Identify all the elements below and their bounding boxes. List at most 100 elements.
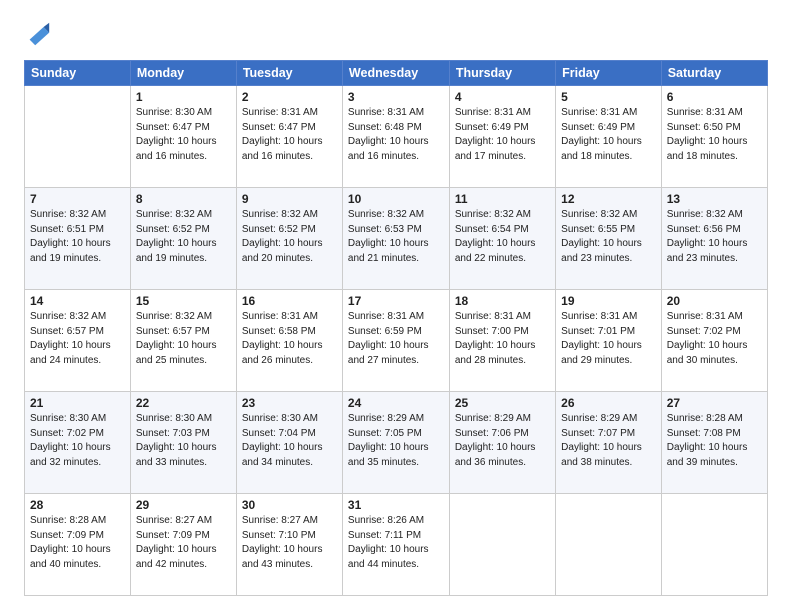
day-number: 26	[561, 396, 656, 410]
day-info: Sunrise: 8:31 AM Sunset: 6:50 PM Dayligh…	[667, 106, 762, 164]
day-info: Sunrise: 8:31 AM Sunset: 7:01 PM Dayligh…	[561, 310, 656, 368]
day-number: 14	[30, 294, 125, 308]
calendar-cell: 4Sunrise: 8:31 AM Sunset: 6:49 PM Daylig…	[449, 86, 555, 188]
day-info: Sunrise: 8:27 AM Sunset: 7:09 PM Dayligh…	[136, 514, 231, 572]
weekday-header: Thursday	[449, 61, 555, 86]
day-info: Sunrise: 8:26 AM Sunset: 7:11 PM Dayligh…	[348, 514, 444, 572]
calendar-cell: 19 Sunrise: 8:31 AM Sunset: 7:01 PM Dayli…	[556, 290, 662, 392]
day-info: Sunrise: 8:31 AM Sunset: 6:47 PM Dayligh…	[242, 106, 337, 164]
day-info: Sunrise: 8:32 AM Sunset: 6:56 PM Dayligh…	[667, 208, 762, 266]
calendar-cell: 8 Sunrise: 8:32 AM Sunset: 6:52 PM Daylig…	[130, 188, 236, 290]
calendar-cell: 26 Sunrise: 8:29 AM Sunset: 7:07 PM Dayli…	[556, 392, 662, 494]
day-info: Sunrise: 8:31 AM Sunset: 6:49 PM Dayligh…	[455, 106, 550, 164]
weekday-header: Monday	[130, 61, 236, 86]
day-info: Sunrise: 8:32 AM Sunset: 6:55 PM Dayligh…	[561, 208, 656, 266]
day-info: Sunrise: 8:32 AM Sunset: 6:51 PM Dayligh…	[30, 208, 125, 266]
day-info: Sunrise: 8:30 AM Sunset: 7:04 PM Dayligh…	[242, 412, 337, 470]
day-number: 19	[561, 294, 656, 308]
day-info: Sunrise: 8:30 AM Sunset: 7:02 PM Dayligh…	[30, 412, 125, 470]
calendar-cell	[449, 494, 555, 596]
day-number: 21	[30, 396, 125, 410]
day-info: Sunrise: 8:28 AM Sunset: 7:09 PM Dayligh…	[30, 514, 125, 572]
day-number: 17	[348, 294, 444, 308]
day-info: Sunrise: 8:29 AM Sunset: 7:05 PM Dayligh…	[348, 412, 444, 470]
calendar-cell: 6 Sunrise: 8:31 AM Sunset: 6:50 PM Daylig…	[661, 86, 767, 188]
page: SundayMondayTuesdayWednesdayThursdayFrid…	[0, 0, 792, 612]
calendar-cell: 9 Sunrise: 8:32 AM Sunset: 6:52 PM Daylig…	[236, 188, 342, 290]
day-number: 11	[455, 192, 550, 206]
day-number: 1	[136, 90, 231, 104]
logo-icon	[24, 20, 52, 48]
calendar-cell: 10Sunrise: 8:32 AM Sunset: 6:53 PM Dayli…	[342, 188, 449, 290]
calendar-cell: 30 Sunrise: 8:27 AM Sunset: 7:10 PM Dayli…	[236, 494, 342, 596]
calendar-cell: 25Sunrise: 8:29 AM Sunset: 7:06 PM Dayli…	[449, 392, 555, 494]
week-row: 1 Sunrise: 8:30 AM Sunset: 6:47 PM Daylig…	[25, 86, 768, 188]
day-info: Sunrise: 8:32 AM Sunset: 6:54 PM Dayligh…	[455, 208, 550, 266]
calendar-cell: 23 Sunrise: 8:30 AM Sunset: 7:04 PM Dayli…	[236, 392, 342, 494]
day-number: 13	[667, 192, 762, 206]
calendar-cell: 22 Sunrise: 8:30 AM Sunset: 7:03 PM Dayli…	[130, 392, 236, 494]
day-info: Sunrise: 8:28 AM Sunset: 7:08 PM Dayligh…	[667, 412, 762, 470]
calendar-cell: 15 Sunrise: 8:32 AM Sunset: 6:57 PM Dayli…	[130, 290, 236, 392]
day-number: 31	[348, 498, 444, 512]
calendar-cell: 5Sunrise: 8:31 AM Sunset: 6:49 PM Daylig…	[556, 86, 662, 188]
day-number: 7	[30, 192, 125, 206]
day-info: Sunrise: 8:31 AM Sunset: 6:48 PM Dayligh…	[348, 106, 444, 164]
day-info: Sunrise: 8:31 AM Sunset: 7:00 PM Dayligh…	[455, 310, 550, 368]
day-number: 12	[561, 192, 656, 206]
calendar-cell: 14 Sunrise: 8:32 AM Sunset: 6:57 PM Dayli…	[25, 290, 131, 392]
day-number: 10	[348, 192, 444, 206]
calendar-cell: 13 Sunrise: 8:32 AM Sunset: 6:56 PM Dayli…	[661, 188, 767, 290]
calendar-header-row: SundayMondayTuesdayWednesdayThursdayFrid…	[25, 61, 768, 86]
calendar-cell: 27 Sunrise: 8:28 AM Sunset: 7:08 PM Dayli…	[661, 392, 767, 494]
day-info: Sunrise: 8:30 AM Sunset: 7:03 PM Dayligh…	[136, 412, 231, 470]
calendar-cell: 12 Sunrise: 8:32 AM Sunset: 6:55 PM Dayli…	[556, 188, 662, 290]
day-number: 18	[455, 294, 550, 308]
day-info: Sunrise: 8:32 AM Sunset: 6:57 PM Dayligh…	[30, 310, 125, 368]
day-number: 22	[136, 396, 231, 410]
day-number: 25	[455, 396, 550, 410]
day-number: 3	[348, 90, 444, 104]
day-info: Sunrise: 8:31 AM Sunset: 7:02 PM Dayligh…	[667, 310, 762, 368]
day-number: 28	[30, 498, 125, 512]
day-number: 23	[242, 396, 337, 410]
calendar-cell: 20 Sunrise: 8:31 AM Sunset: 7:02 PM Dayli…	[661, 290, 767, 392]
week-row: 21 Sunrise: 8:30 AM Sunset: 7:02 PM Dayli…	[25, 392, 768, 494]
day-number: 2	[242, 90, 337, 104]
week-row: 14 Sunrise: 8:32 AM Sunset: 6:57 PM Dayli…	[25, 290, 768, 392]
day-number: 16	[242, 294, 337, 308]
day-info: Sunrise: 8:29 AM Sunset: 7:07 PM Dayligh…	[561, 412, 656, 470]
weekday-header: Friday	[556, 61, 662, 86]
calendar-cell: 21 Sunrise: 8:30 AM Sunset: 7:02 PM Dayli…	[25, 392, 131, 494]
calendar-cell	[661, 494, 767, 596]
day-info: Sunrise: 8:31 AM Sunset: 6:59 PM Dayligh…	[348, 310, 444, 368]
calendar-cell: 1 Sunrise: 8:30 AM Sunset: 6:47 PM Daylig…	[130, 86, 236, 188]
day-info: Sunrise: 8:30 AM Sunset: 6:47 PM Dayligh…	[136, 106, 231, 164]
day-info: Sunrise: 8:27 AM Sunset: 7:10 PM Dayligh…	[242, 514, 337, 572]
header	[24, 20, 768, 48]
weekday-header: Saturday	[661, 61, 767, 86]
calendar-cell	[25, 86, 131, 188]
calendar-cell: 29 Sunrise: 8:27 AM Sunset: 7:09 PM Dayli…	[130, 494, 236, 596]
day-number: 6	[667, 90, 762, 104]
calendar-table: SundayMondayTuesdayWednesdayThursdayFrid…	[24, 60, 768, 596]
week-row: 7 Sunrise: 8:32 AM Sunset: 6:51 PM Daylig…	[25, 188, 768, 290]
day-number: 8	[136, 192, 231, 206]
day-info: Sunrise: 8:32 AM Sunset: 6:57 PM Dayligh…	[136, 310, 231, 368]
day-number: 27	[667, 396, 762, 410]
day-info: Sunrise: 8:31 AM Sunset: 6:58 PM Dayligh…	[242, 310, 337, 368]
week-row: 28 Sunrise: 8:28 AM Sunset: 7:09 PM Dayli…	[25, 494, 768, 596]
calendar-cell: 28 Sunrise: 8:28 AM Sunset: 7:09 PM Dayli…	[25, 494, 131, 596]
day-number: 20	[667, 294, 762, 308]
calendar-cell	[556, 494, 662, 596]
day-info: Sunrise: 8:32 AM Sunset: 6:52 PM Dayligh…	[136, 208, 231, 266]
logo	[24, 20, 56, 48]
day-number: 15	[136, 294, 231, 308]
calendar-cell: 16 Sunrise: 8:31 AM Sunset: 6:58 PM Dayli…	[236, 290, 342, 392]
day-info: Sunrise: 8:32 AM Sunset: 6:52 PM Dayligh…	[242, 208, 337, 266]
day-number: 9	[242, 192, 337, 206]
day-number: 30	[242, 498, 337, 512]
calendar-cell: 31 Sunrise: 8:26 AM Sunset: 7:11 PM Dayli…	[342, 494, 449, 596]
day-number: 29	[136, 498, 231, 512]
weekday-header: Wednesday	[342, 61, 449, 86]
